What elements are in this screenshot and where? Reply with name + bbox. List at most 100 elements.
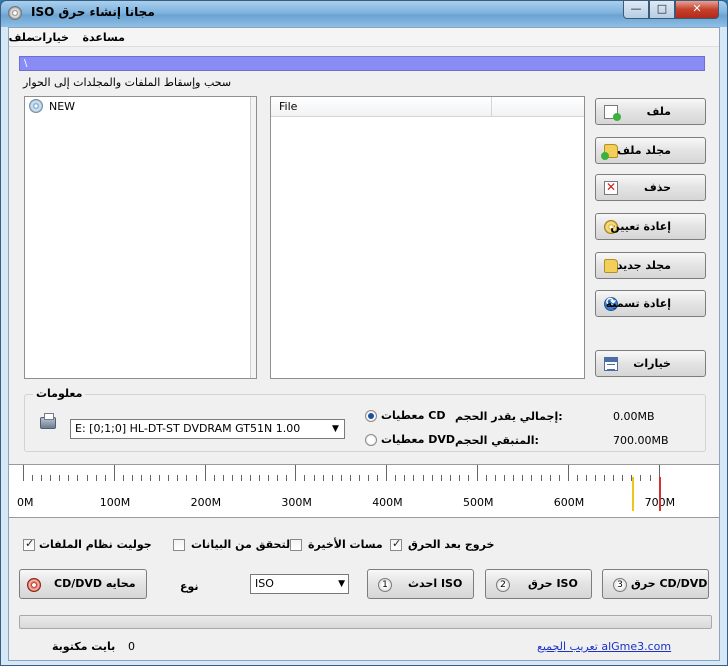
ruler-tick — [186, 475, 188, 481]
radio-dvd-data[interactable]: معطيات DVD — [365, 433, 455, 446]
ruler-tick — [268, 475, 270, 481]
chevron-down-icon: ▼ — [332, 424, 339, 434]
ruler-tick — [540, 475, 542, 481]
reset-button[interactable]: إعادة تعيين — [595, 213, 706, 240]
ruler-tick — [204, 465, 206, 481]
last-session-label: مسات الأخيرة — [308, 538, 383, 551]
file-list-pane[interactable]: File — [270, 96, 585, 379]
ruler-tick — [131, 475, 133, 481]
joliet-checkbox[interactable] — [23, 537, 35, 551]
ruler-tick — [340, 475, 342, 481]
window-controls: — □ ✕ — [623, 1, 719, 19]
add-folder-label: مجلد ملف — [617, 144, 671, 157]
ruler-tick — [467, 475, 469, 481]
delete-button[interactable]: حذف — [595, 174, 706, 201]
ruler-label: 300M — [281, 496, 312, 509]
verify-label: التحقق من البيانات — [191, 538, 294, 551]
new-folder-button[interactable]: مجلد جديد — [595, 252, 706, 279]
add-folder-button[interactable]: مجلد ملف — [595, 137, 706, 164]
ruler-tick — [440, 475, 442, 481]
chevron-down-icon: ▼ — [338, 579, 345, 589]
burn-iso-button[interactable]: 2 حرق ISO — [485, 569, 592, 599]
menu-options[interactable]: خيارات — [31, 31, 69, 44]
title-bar[interactable]: ISO مجانا إنشاء حرق — □ ✕ — [1, 1, 727, 27]
ruler-tick — [68, 475, 70, 481]
ruler-tick — [304, 475, 306, 481]
protect-icon — [27, 578, 41, 592]
radio-cd-label: معطيات CD — [381, 409, 446, 422]
radio-cd-dot — [365, 409, 377, 422]
ruler-tick — [613, 475, 615, 481]
verify-checkbox[interactable] — [173, 538, 185, 551]
drop-hint-text: سحب وإسقاط الملفات والمجلدات إلى الحوار — [23, 76, 232, 89]
rename-label: إعادة تسمية — [605, 297, 671, 310]
ruler-tick — [368, 475, 370, 481]
add-file-button[interactable]: ملف — [595, 98, 706, 125]
ruler-tick — [422, 475, 424, 481]
ruler-tick — [313, 475, 315, 481]
type-select[interactable]: ISO ▼ — [250, 574, 349, 594]
bytes-written-value: 0 — [128, 640, 135, 653]
drive-select[interactable]: E: [0;1;0] HL-DT-ST DVDRAM GT51N 1.00 ▼ — [70, 419, 345, 439]
exit-after-checkbox[interactable] — [390, 537, 402, 551]
create-iso-label: احدث ISO — [408, 577, 463, 590]
tree-scroll-edge — [250, 97, 256, 378]
burn-cd-dvd-label: حرق CD/DVD — [631, 577, 708, 590]
ruler-tick — [113, 465, 115, 481]
tree-root-node[interactable]: NEW — [29, 99, 75, 113]
radio-cd-data[interactable]: معطيات CD — [365, 409, 445, 422]
ruler-tick — [640, 475, 642, 481]
ruler-tick — [231, 475, 233, 481]
column-header-file[interactable]: File — [271, 97, 492, 117]
ruler-tick — [495, 475, 497, 481]
close-button[interactable]: ✕ — [675, 1, 719, 19]
bytes-written-label: بايت مكتوبة — [52, 640, 116, 653]
ruler-tick — [449, 475, 451, 481]
add-folder-icon — [601, 144, 618, 160]
printer-icon — [40, 413, 56, 429]
add-file-label: ملف — [646, 105, 671, 118]
minimize-button[interactable]: — — [623, 1, 649, 19]
menu-file[interactable]: ملف — [9, 31, 33, 44]
ruler-tick — [477, 465, 478, 481]
burn-cd-dvd-button[interactable]: 3 حرق CD/DVD — [602, 569, 709, 599]
ruler-tick — [32, 475, 34, 481]
ruler-tick — [504, 475, 506, 481]
ruler-label: 0M — [17, 496, 34, 509]
ruler-label: 200M — [190, 496, 222, 509]
ruler-marker-yellow — [632, 477, 634, 511]
option-last-session[interactable]: مسات الأخيرة — [290, 538, 383, 551]
burn-iso-label: حرق ISO — [528, 577, 578, 590]
disc-icon — [29, 99, 43, 113]
last-session-checkbox[interactable] — [290, 538, 302, 551]
ruler-tick — [576, 475, 578, 481]
option-verify[interactable]: التحقق من البيانات — [173, 538, 294, 551]
add-file-icon — [604, 105, 621, 121]
options-icon — [604, 357, 618, 371]
exit-after-label: خروج بعد الحرق — [408, 538, 495, 551]
folder-tree-pane[interactable]: NEW — [24, 96, 257, 379]
remaining-size-label: المتبقي الحجم: — [455, 434, 539, 447]
ruler-tick — [413, 475, 415, 481]
ruler-tick — [567, 465, 569, 481]
options-button[interactable]: خيارات — [595, 350, 706, 377]
menu-help[interactable]: مساعدة — [83, 31, 126, 44]
ruler-label: 500M — [463, 496, 494, 509]
ruler-marker-red — [659, 477, 661, 511]
ruler-tick — [77, 475, 79, 481]
badge-1: 1 — [378, 578, 392, 592]
info-group: معلومات E: [0;1;0] HL-DT-ST DVDRAM GT51N… — [24, 387, 706, 452]
credit-link[interactable]: تعريب الجميع alGme3.com — [537, 640, 671, 653]
maximize-button[interactable]: □ — [649, 1, 675, 19]
option-exit-after[interactable]: خروج بعد الحرق — [390, 537, 495, 551]
badge-3: 3 — [613, 578, 627, 592]
app-window: ISO مجانا إنشاء حرق — □ ✕ ملف خيارات مسا… — [0, 0, 728, 666]
ruler-tick — [59, 475, 61, 481]
client-area: ملف خيارات مساعدة \ سحب وإسقاط الملفات و… — [8, 27, 720, 661]
protect-button[interactable]: CD/DVD محايه — [19, 569, 147, 599]
radio-dvd-label: معطيات DVD — [381, 433, 456, 446]
option-joliet[interactable]: جوليت نظام الملفات — [23, 537, 152, 551]
create-iso-button[interactable]: 1 احدث ISO — [367, 569, 474, 599]
protect-label: CD/DVD محايه — [54, 577, 136, 590]
rename-button[interactable]: إعادة تسمية — [595, 290, 706, 317]
